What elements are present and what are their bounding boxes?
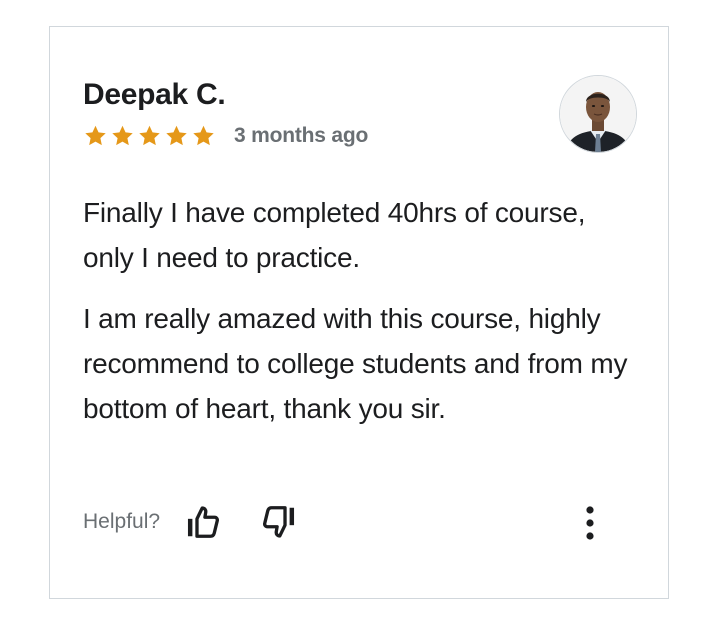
review-actions: Helpful?	[83, 502, 603, 542]
review-body: Finally I have completed 40hrs of course…	[83, 190, 643, 447]
thumbs-down-button[interactable]	[258, 501, 300, 543]
more-options-button[interactable]	[569, 502, 611, 544]
review-paragraph: I am really amazed with this course, hig…	[83, 303, 628, 424]
star-icon	[193, 125, 214, 146]
star-rating	[83, 124, 216, 148]
more-vertical-icon	[586, 506, 594, 540]
avatar	[559, 75, 637, 153]
user-photo-icon	[560, 76, 636, 152]
thumbs-down-icon	[263, 506, 295, 538]
star-icon	[112, 125, 133, 146]
star-icon	[85, 125, 106, 146]
review-card: Deepak C. 3 months ago Finally I have co…	[49, 26, 669, 599]
rating-row: 3 months ago	[83, 123, 368, 149]
review-paragraph: Finally I have completed 40hrs of course…	[83, 197, 586, 273]
star-icon	[139, 125, 160, 146]
reviewer-name: Deepak C.	[83, 78, 226, 111]
thumbs-up-button[interactable]	[182, 501, 224, 543]
thumbs-up-icon	[188, 506, 220, 538]
helpful-label: Helpful?	[83, 510, 161, 533]
star-icon	[166, 125, 187, 146]
review-date: 3 months ago	[234, 124, 369, 147]
